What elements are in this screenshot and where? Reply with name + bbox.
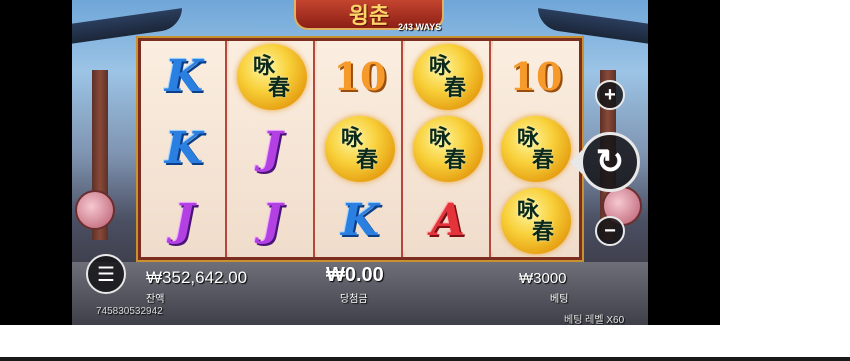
wing-chun-wild-icon: 咏春 [325, 116, 395, 182]
wild-symbol: 咏春 [405, 113, 491, 185]
symbol-j-label: J [173, 195, 195, 246]
symbol-10: 10 [493, 41, 579, 113]
bet-increase-button[interactable]: + [595, 80, 625, 110]
balance-value: ₩352,642.00 [146, 268, 248, 287]
symbol-k: K [317, 185, 403, 257]
minus-icon: − [604, 219, 616, 242]
symbol-k-label: K [340, 195, 380, 246]
wild-symbol: 咏春 [317, 113, 403, 185]
symbol-j: J [229, 113, 315, 185]
wild-symbol: 咏春 [229, 41, 315, 113]
refresh-icon: ↻ [595, 143, 625, 181]
symbol-k: K [141, 113, 227, 185]
wild-char-bottom: 春 [531, 219, 554, 245]
reel-2: 咏春JJ [229, 41, 315, 257]
plus-icon: + [604, 83, 616, 106]
reel-4: 咏春咏春A [405, 41, 491, 257]
reel-5: 10 咏春咏春 [493, 41, 579, 257]
win-value: ₩0.00 [326, 264, 384, 286]
balance-label: 잔액 [146, 294, 165, 305]
symbol-10: 10 [317, 41, 403, 113]
wild-char-bottom: 春 [443, 147, 466, 173]
right-letterbox [648, 0, 720, 325]
symbol-j: J [229, 185, 315, 257]
wild-char-bottom: 春 [355, 147, 378, 173]
hamburger-icon: ☰ [97, 263, 115, 286]
wild-char-top: 咏 [252, 53, 275, 79]
wild-char-bottom: 春 [443, 75, 466, 101]
spin-button[interactable]: ↻ [580, 132, 640, 192]
bet-level[interactable]: 베팅 레벨 X60 [564, 311, 624, 325]
wild-char-top: 咏 [428, 53, 451, 79]
left-letterbox [0, 0, 72, 325]
symbol-k: K [141, 41, 227, 113]
reel-grid: K K J 咏春 J J 10 咏春 K 咏春咏春 A 10 咏春咏春 [138, 38, 582, 260]
symbol-k-label: K [164, 51, 204, 102]
symbol-j-label: J [261, 195, 283, 246]
slot-game-canvas: K K J 咏春 J J 10 咏春 K 咏春咏春 A 10 咏春咏春 윙춘 243 WAYS + ↻ … [72, 0, 648, 325]
menu-button[interactable]: ☰ [86, 254, 126, 294]
wing-chun-wild-icon: 咏春 [501, 116, 571, 182]
reel-3: 10 咏春 K [317, 41, 403, 257]
wild-char-top: 咏 [428, 125, 451, 151]
symbol-10-label: 10 [509, 54, 563, 99]
symbol-k-label: K [164, 123, 204, 174]
bet-value: ₩3000 [519, 270, 567, 287]
wing-chun-wild-icon: 咏春 [413, 44, 483, 110]
wild-char-top: 咏 [516, 125, 539, 151]
symbol-j-label: J [261, 123, 283, 174]
bottom-border [0, 357, 850, 361]
bet-label: 베팅 [550, 294, 569, 305]
session-id: 745830532942 [96, 306, 163, 317]
symbol-a: A [405, 185, 491, 257]
symbol-j: J [141, 185, 227, 257]
wild-char-top: 咏 [340, 125, 363, 151]
wild-char-bottom: 春 [267, 75, 290, 101]
symbol-10-label: 10 [333, 54, 387, 99]
win-label: 당첨금 [340, 294, 368, 305]
wing-chun-wild-icon: 咏春 [237, 44, 307, 110]
bet-decrease-button[interactable]: − [595, 216, 625, 246]
symbol-a-label: A [430, 195, 466, 246]
wild-char-bottom: 春 [531, 147, 554, 173]
wing-chun-wild-icon: 咏春 [413, 116, 483, 182]
wing-chun-wild-icon: 咏春 [501, 188, 571, 254]
wild-symbol: 咏春 [493, 113, 579, 185]
lantern-left [75, 190, 115, 230]
wild-symbol: 咏春 [493, 185, 579, 257]
reel-1: KKJ [141, 41, 227, 257]
wild-char-top: 咏 [516, 197, 539, 223]
ways-label: 243 WAYS [398, 22, 442, 32]
game-title: 윙춘 [348, 3, 390, 29]
wild-symbol: 咏春 [405, 41, 491, 113]
